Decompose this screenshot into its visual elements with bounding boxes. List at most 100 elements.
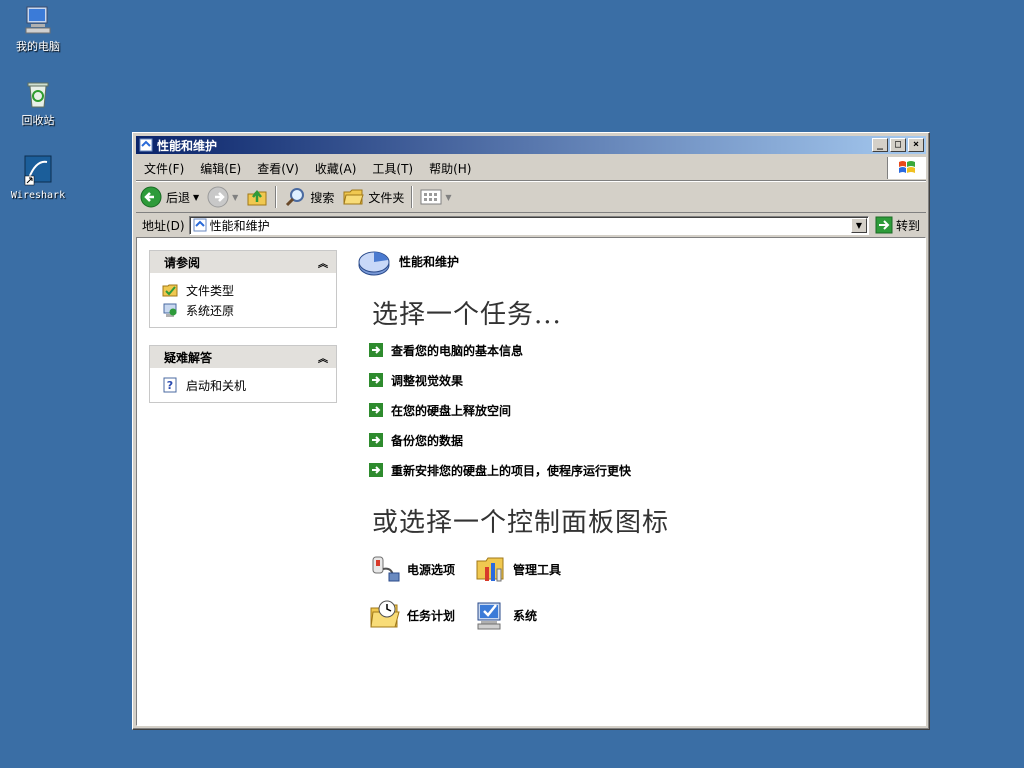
task-section-title: 选择一个任务... bbox=[372, 300, 562, 330]
cp-label: 任务计划 bbox=[407, 608, 456, 623]
chevron-down-icon[interactable]: ▼ bbox=[232, 193, 238, 202]
address-dropdown-button[interactable]: ▼ bbox=[850, 217, 867, 233]
menu-favorites[interactable]: 收藏(A) bbox=[307, 160, 365, 177]
computer-icon bbox=[25, 6, 51, 34]
back-button[interactable]: 后退 ▼ bbox=[136, 184, 203, 210]
desktop-icon-my-computer[interactable]: 我的电脑 bbox=[0, 4, 76, 54]
maximize-button[interactable]: □ bbox=[890, 138, 906, 152]
collapse-icon[interactable]: ︽ bbox=[318, 255, 328, 270]
go-label: 转到 bbox=[895, 218, 920, 233]
task-arrow-icon bbox=[369, 403, 383, 417]
menu-help[interactable]: 帮助(H) bbox=[421, 160, 479, 177]
panel-link-label: 系统还原 bbox=[186, 303, 235, 318]
explorer-window: 性能和维护 _ □ × 文件(F) 编辑(E) 查看(V) 收藏(A) 工具(T… bbox=[132, 132, 930, 730]
task-label: 在您的硬盘上释放空间 bbox=[391, 403, 512, 418]
see-also-panel: 请参阅 ︽ 文件类型 系统还原 bbox=[149, 250, 337, 328]
menu-bar: 文件(F) 编辑(E) 查看(V) 收藏(A) 工具(T) 帮助(H) bbox=[136, 156, 926, 181]
back-arrow-icon bbox=[140, 186, 162, 208]
title-bar[interactable]: 性能和维护 _ □ × bbox=[136, 136, 926, 154]
task-arrow-icon bbox=[369, 433, 383, 447]
task-visual-effects[interactable]: 调整视觉效果 bbox=[369, 365, 631, 395]
link-startup-shutdown[interactable]: ? 启动和关机 bbox=[162, 375, 336, 395]
cp-label: 系统 bbox=[513, 608, 538, 623]
scheduled-tasks-icon bbox=[370, 600, 400, 628]
troubleshoot-panel: 疑难解答 ︽ ? 启动和关机 bbox=[149, 345, 337, 403]
task-arrow-icon bbox=[369, 463, 383, 477]
svg-text:?: ? bbox=[167, 379, 173, 392]
wireshark-icon bbox=[24, 155, 52, 186]
troubleshoot-header[interactable]: 疑难解答 ︽ bbox=[150, 346, 336, 368]
content-area: 请参阅 ︽ 文件类型 系统还原 疑难解答 ︽ ? 启动和关机 性能和维护 选择一… bbox=[136, 237, 926, 726]
cp-label: 管理工具 bbox=[513, 562, 562, 577]
address-value: 性能和维护 bbox=[209, 218, 270, 233]
search-button[interactable]: 搜索 bbox=[280, 184, 338, 210]
collapse-icon[interactable]: ︽ bbox=[318, 350, 328, 365]
windows-logo bbox=[887, 157, 926, 179]
panel-title: 疑难解答 bbox=[164, 350, 213, 365]
cp-system[interactable]: 系统 bbox=[475, 599, 581, 631]
folder-icon bbox=[343, 189, 365, 205]
menu-tools[interactable]: 工具(T) bbox=[364, 160, 421, 177]
menu-view[interactable]: 查看(V) bbox=[249, 160, 307, 177]
toolbar: 后退 ▼ ▼ 搜索 文件夹 ▼ bbox=[136, 181, 926, 213]
task-view-basic-info[interactable]: 查看您的电脑的基本信息 bbox=[369, 335, 631, 365]
task-label: 调整视觉效果 bbox=[391, 373, 464, 388]
category-title: 性能和维护 bbox=[399, 254, 460, 269]
power-options-icon bbox=[372, 556, 400, 582]
task-backup-data[interactable]: 备份您的数据 bbox=[369, 425, 631, 455]
performance-icon bbox=[358, 251, 390, 276]
help-icon: ? bbox=[163, 377, 177, 393]
address-label: 地址(D) bbox=[142, 218, 185, 233]
cp-scheduled-tasks[interactable]: 任务计划 bbox=[369, 599, 475, 631]
address-input[interactable]: 性能和维护 ▼ bbox=[188, 215, 869, 235]
close-button[interactable]: × bbox=[908, 138, 924, 152]
back-label: 后退 bbox=[166, 190, 191, 205]
chevron-down-icon[interactable]: ▼ bbox=[193, 193, 199, 202]
menu-edit[interactable]: 编辑(E) bbox=[192, 160, 249, 177]
folders-button[interactable]: 文件夹 bbox=[338, 184, 408, 210]
minimize-button[interactable]: _ bbox=[872, 138, 888, 152]
system-restore-icon bbox=[163, 303, 177, 317]
control-panel-icons: 电源选项 管理工具 任务计划 系统 bbox=[369, 546, 581, 638]
link-system-restore[interactable]: 系统还原 bbox=[162, 300, 336, 320]
go-arrow-icon bbox=[875, 216, 893, 234]
forward-arrow-icon bbox=[207, 186, 229, 208]
toolbar-separator bbox=[411, 186, 414, 208]
task-label: 查看您的电脑的基本信息 bbox=[391, 343, 524, 358]
system-icon bbox=[477, 602, 501, 630]
search-icon bbox=[286, 188, 305, 207]
forward-button[interactable]: ▼ bbox=[203, 184, 242, 210]
panel-link-label: 启动和关机 bbox=[186, 378, 247, 393]
toolbar-separator bbox=[275, 186, 278, 208]
cp-label: 电源选项 bbox=[407, 562, 456, 577]
desktop-icon-wireshark[interactable]: Wireshark bbox=[0, 154, 76, 201]
admin-tools-icon bbox=[476, 557, 504, 582]
task-defragment[interactable]: 重新安排您的硬盘上的项目，使程序运行更快 bbox=[369, 455, 631, 485]
category-header: 性能和维护 bbox=[357, 245, 459, 277]
task-label: 重新安排您的硬盘上的项目，使程序运行更快 bbox=[391, 463, 632, 478]
address-bar: 地址(D) 性能和维护 ▼ 转到 bbox=[136, 213, 926, 237]
task-list: 查看您的电脑的基本信息 调整视觉效果 在您的硬盘上释放空间 备份您的数据 重新安… bbox=[369, 335, 631, 485]
desktop-icon-recycle-bin[interactable]: 回收站 bbox=[0, 78, 76, 128]
panel-title: 请参阅 bbox=[164, 255, 201, 270]
link-file-types[interactable]: 文件类型 bbox=[162, 280, 336, 300]
cp-admin-tools[interactable]: 管理工具 bbox=[475, 553, 581, 585]
cp-power-options[interactable]: 电源选项 bbox=[369, 553, 475, 585]
recycle-bin-icon bbox=[27, 82, 49, 108]
task-label: 备份您的数据 bbox=[391, 433, 464, 448]
windows-flag-icon bbox=[899, 161, 915, 173]
go-button[interactable]: 转到 bbox=[869, 216, 926, 234]
views-icon bbox=[420, 189, 442, 205]
see-also-header[interactable]: 请参阅 ︽ bbox=[150, 251, 336, 273]
control-panel-icon bbox=[193, 218, 207, 232]
task-arrow-icon bbox=[369, 373, 383, 387]
folders-label: 文件夹 bbox=[368, 190, 405, 205]
desktop-icon-label: 我的电脑 bbox=[16, 40, 60, 53]
task-free-disk-space[interactable]: 在您的硬盘上释放空间 bbox=[369, 395, 631, 425]
up-folder-button[interactable] bbox=[242, 184, 272, 210]
menu-file[interactable]: 文件(F) bbox=[136, 160, 192, 177]
chevron-down-icon[interactable]: ▼ bbox=[445, 193, 451, 202]
desktop-icon-label: Wireshark bbox=[10, 190, 66, 201]
views-button[interactable]: ▼ bbox=[416, 184, 455, 210]
window-title: 性能和维护 bbox=[157, 138, 218, 153]
